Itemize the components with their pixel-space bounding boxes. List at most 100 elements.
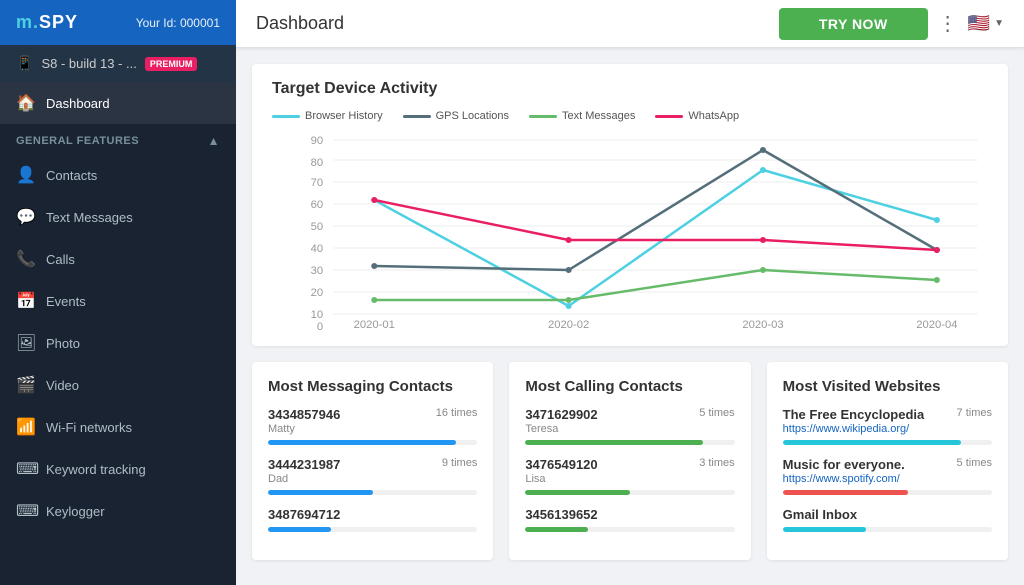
device-icon: 📱	[16, 55, 33, 72]
contact-number: 3456139652	[525, 507, 597, 522]
sidebar-item-video[interactable]: 🎬 Video	[0, 364, 236, 406]
language-selector[interactable]: 🇺🇸 ▼	[968, 13, 1004, 34]
contact-number: 3434857946	[268, 407, 340, 422]
premium-badge: PREMIUM	[145, 57, 198, 71]
sidebar-header: m.SPY Your Id: 000001	[0, 0, 236, 45]
calling-contact-row-2: 3456139652	[525, 507, 734, 532]
contact-name: Lisa	[525, 473, 597, 485]
contact-bar	[525, 490, 630, 495]
svg-text:70: 70	[311, 177, 323, 189]
content-area: Target Device Activity Browser History G…	[236, 48, 1024, 585]
bottom-cards: Most Messaging Contacts 3434857946 Matty…	[252, 362, 1008, 560]
most-messaging-card: Most Messaging Contacts 3434857946 Matty…	[252, 362, 493, 560]
chart-title: Target Device Activity	[272, 80, 988, 98]
sidebar-item-text-messages[interactable]: 💬 Text Messages	[0, 196, 236, 238]
sidebar-item-wifi[interactable]: 📶 Wi-Fi networks	[0, 406, 236, 448]
activity-chart-card: Target Device Activity Browser History G…	[252, 64, 1008, 346]
events-icon: 📅	[16, 291, 36, 311]
device-bar: 📱 S8 - build 13 - ... PREMIUM	[0, 45, 236, 82]
website-name: Music for everyone.	[783, 457, 905, 472]
website-bar	[783, 490, 909, 495]
website-row-0: The Free Encyclopedia https://www.wikipe…	[783, 407, 992, 445]
legend-dot-text	[529, 115, 557, 118]
sidebar-item-label: Photo	[46, 336, 80, 351]
contact-bar	[268, 527, 331, 532]
svg-text:2020-03: 2020-03	[742, 319, 783, 330]
messaging-contact-row-1: 3444231987 Dad 9 times	[268, 457, 477, 495]
sidebar-item-label: Contacts	[46, 168, 97, 183]
home-icon: 🏠	[16, 93, 36, 113]
logo: m.SPY	[16, 12, 78, 33]
svg-text:30: 30	[311, 265, 323, 277]
contact-name: Matty	[268, 423, 340, 435]
sidebar-item-calls[interactable]: 📞 Calls	[0, 238, 236, 280]
keyword-tracking-icon: ⌨	[16, 459, 36, 479]
chevron-down-icon: ▼	[994, 18, 1004, 29]
contact-times: 5 times	[699, 407, 734, 419]
website-url[interactable]: https://www.spotify.com/	[783, 473, 905, 485]
sidebar-item-events[interactable]: 📅 Events	[0, 280, 236, 322]
svg-text:0: 0	[317, 321, 323, 330]
sidebar-item-contacts[interactable]: 👤 Contacts	[0, 154, 236, 196]
video-icon: 🎬	[16, 375, 36, 395]
contact-bar	[525, 440, 703, 445]
legend-browser-history: Browser History	[272, 110, 383, 122]
legend-gps-locations: GPS Locations	[403, 110, 509, 122]
svg-text:20: 20	[311, 287, 323, 299]
sidebar-item-label: Text Messages	[46, 210, 133, 225]
legend-dot-gps	[403, 115, 431, 118]
contact-number: 3476549120	[525, 457, 597, 472]
most-calling-title: Most Calling Contacts	[525, 378, 734, 395]
svg-text:10: 10	[311, 309, 323, 321]
legend-dot-whatsapp	[655, 115, 683, 118]
legend-whatsapp: WhatsApp	[655, 110, 739, 122]
sidebar-item-label: Calls	[46, 252, 75, 267]
most-messaging-title: Most Messaging Contacts	[268, 378, 477, 395]
svg-text:60: 60	[311, 199, 323, 211]
svg-text:2020-04: 2020-04	[916, 319, 957, 330]
keylogger-icon: ⌨	[16, 501, 36, 521]
sidebar-navigation: 🏠 Dashboard GENERAL FEATURES ▲ 👤 Contact…	[0, 82, 236, 585]
chart-svg: 90 80 70 60 50 40 30 20 10 0 2020-01 202…	[272, 130, 988, 330]
contact-bar	[268, 440, 456, 445]
website-times: 5 times	[957, 457, 992, 469]
contacts-icon: 👤	[16, 165, 36, 185]
sidebar-item-label: Dashboard	[46, 96, 110, 111]
svg-text:40: 40	[311, 243, 323, 255]
website-row-2: Gmail Inbox	[783, 507, 992, 532]
user-id: Your Id: 000001	[136, 16, 220, 30]
main-content: Dashboard TRY NOW ⋮ 🇺🇸 ▼ Target Device A…	[236, 0, 1024, 585]
legend-text-messages: Text Messages	[529, 110, 635, 122]
line-chart: 90 80 70 60 50 40 30 20 10 0 2020-01 202…	[272, 130, 988, 330]
sidebar-item-photo[interactable]: 🖼 Photo	[0, 322, 236, 364]
sidebar-item-dashboard[interactable]: 🏠 Dashboard	[0, 82, 236, 124]
website-bar	[783, 527, 867, 532]
sidebar-item-label: Video	[46, 378, 79, 393]
contact-times: 16 times	[436, 407, 478, 419]
sidebar-item-keyword-tracking[interactable]: ⌨ Keyword tracking	[0, 448, 236, 490]
page-title: Dashboard	[256, 13, 344, 34]
more-options-icon[interactable]: ⋮	[938, 11, 958, 36]
general-features-header: GENERAL FEATURES ▲	[0, 124, 236, 154]
try-now-button[interactable]: TRY NOW	[779, 8, 928, 40]
sidebar-item-label: Events	[46, 294, 86, 309]
messaging-contact-row-0: 3434857946 Matty 16 times	[268, 407, 477, 445]
flag-icon: 🇺🇸	[968, 13, 990, 34]
svg-text:50: 50	[311, 221, 323, 233]
website-bar	[783, 440, 961, 445]
svg-text:2020-02: 2020-02	[548, 319, 589, 330]
website-name: The Free Encyclopedia	[783, 407, 925, 422]
calls-icon: 📞	[16, 249, 36, 269]
contact-times: 3 times	[699, 457, 734, 469]
website-name: Gmail Inbox	[783, 507, 857, 522]
sidebar-item-keylogger[interactable]: ⌨ Keylogger	[0, 490, 236, 532]
calling-contact-row-0: 3471629902 Teresa 5 times	[525, 407, 734, 445]
svg-text:2020-01: 2020-01	[354, 319, 395, 330]
website-url[interactable]: https://www.wikipedia.org/	[783, 423, 925, 435]
topbar-actions: TRY NOW ⋮ 🇺🇸 ▼	[779, 8, 1004, 40]
contact-number: 3487694712	[268, 507, 340, 522]
legend-dot-browser	[272, 115, 300, 118]
contact-bar	[525, 527, 588, 532]
contact-number: 3471629902	[525, 407, 597, 422]
sidebar-item-label: Wi-Fi networks	[46, 420, 132, 435]
